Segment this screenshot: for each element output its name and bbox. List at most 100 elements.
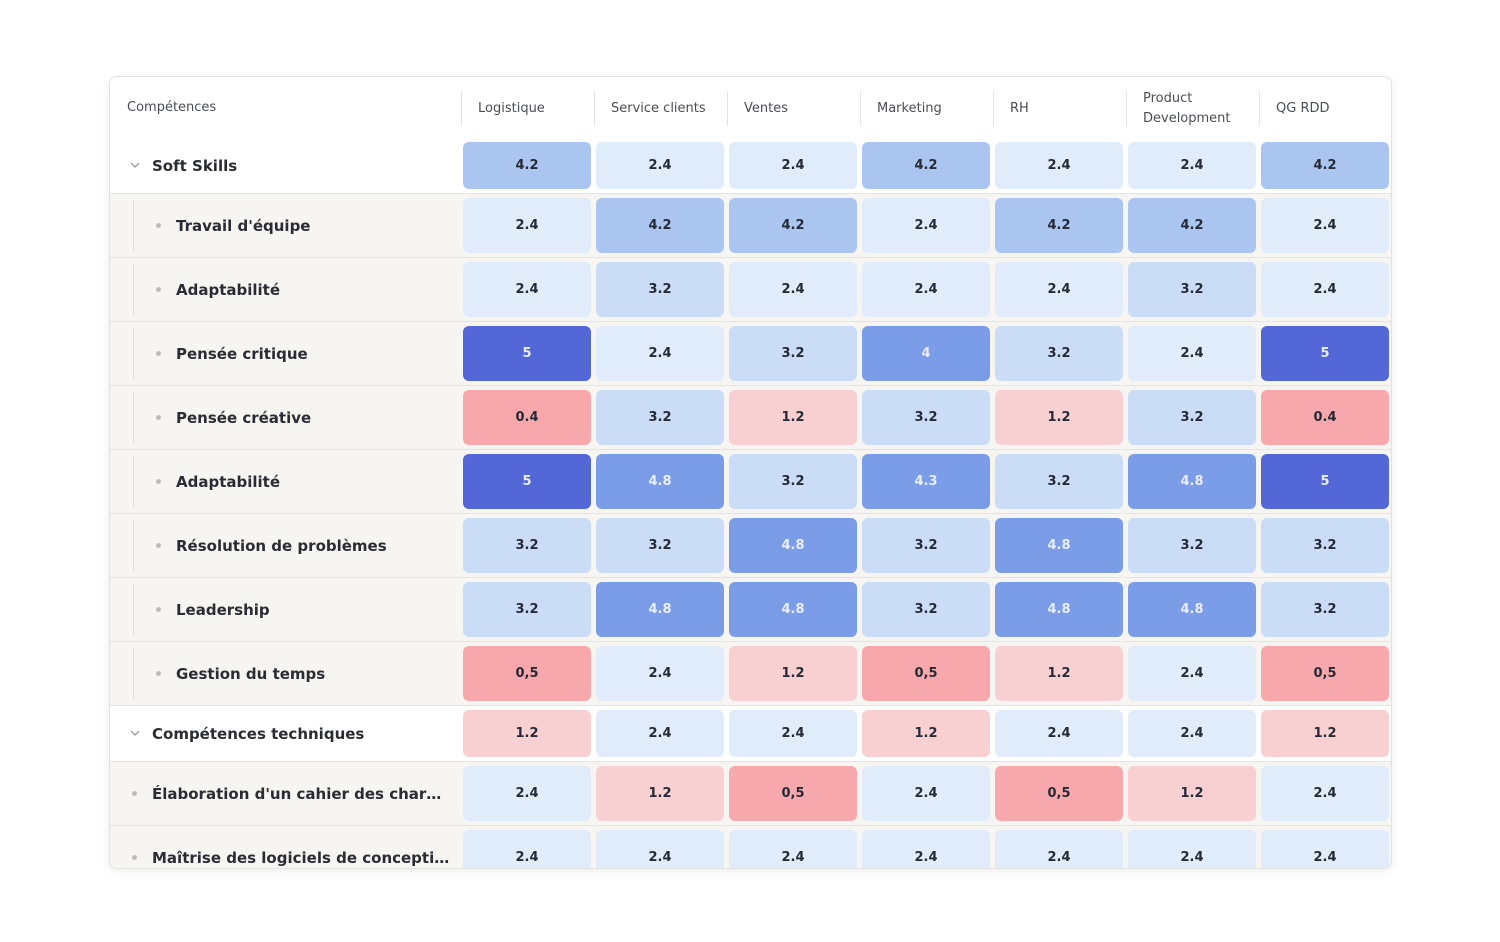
score-cell-qg-rdd[interactable]: 5 <box>1261 454 1389 509</box>
score-cell-qg-rdd[interactable]: 0.4 <box>1261 390 1389 445</box>
score-cell-rh[interactable]: 4.2 <box>995 198 1123 253</box>
score-cell-service-clients[interactable]: 2.4 <box>596 326 724 381</box>
score-cell-service-clients[interactable]: 1.2 <box>596 766 724 821</box>
score-cell-rh[interactable]: 1.2 <box>995 390 1123 445</box>
score-cell-qg-rdd[interactable]: 2.4 <box>1261 830 1389 868</box>
score-cell-ventes[interactable]: 2.4 <box>729 710 857 757</box>
score-cell-rh[interactable]: 0,5 <box>995 766 1123 821</box>
score-cell-rh[interactable]: 4.8 <box>995 518 1123 573</box>
score-cell-qg-rdd[interactable]: 3.2 <box>1261 518 1389 573</box>
group-row[interactable]: Compétences techniques 1.2 2.4 2.4 1.2 2.4 2.4… <box>110 706 1391 762</box>
score-cell-service-clients[interactable]: 2.4 <box>596 646 724 701</box>
score-cell-qg-rdd[interactable]: 0,5 <box>1261 646 1389 701</box>
score-cell-ventes[interactable]: 4.8 <box>729 518 857 573</box>
score-cell-qg-rdd[interactable]: 3.2 <box>1261 582 1389 637</box>
score-cell-product-development[interactable]: 2.4 <box>1128 830 1256 868</box>
table-row[interactable]: Maîtrise des logiciels de conception g..… <box>110 826 1391 868</box>
table-row[interactable]: Adaptabilité 5 4.8 3.2 4.3 3.2 4.8 5 <box>110 450 1391 514</box>
score-cell-rh[interactable]: 3.2 <box>995 454 1123 509</box>
score-cell-marketing[interactable]: 0,5 <box>862 646 990 701</box>
score-cell-ventes[interactable]: 1.2 <box>729 646 857 701</box>
header-product-development[interactable]: Product Development <box>1126 91 1259 126</box>
header-marketing[interactable]: Marketing <box>860 91 993 126</box>
table-row[interactable]: Élaboration d'un cahier des charges c...… <box>110 762 1391 826</box>
score-cell-rh[interactable]: 4.8 <box>995 582 1123 637</box>
score-cell-marketing[interactable]: 3.2 <box>862 518 990 573</box>
score-cell-qg-rdd[interactable]: 1.2 <box>1261 710 1389 757</box>
score-cell-product-development[interactable]: 1.2 <box>1128 766 1256 821</box>
score-cell-marketing[interactable]: 4 <box>862 326 990 381</box>
score-cell-marketing[interactable]: 1.2 <box>862 710 990 757</box>
score-cell-service-clients[interactable]: 3.2 <box>596 518 724 573</box>
score-cell-ventes[interactable]: 3.2 <box>729 326 857 381</box>
header-qg-rdd[interactable]: QG RDD <box>1259 91 1391 126</box>
score-cell-qg-rdd[interactable]: 4.2 <box>1261 142 1389 189</box>
score-cell-logistique[interactable]: 5 <box>463 454 591 509</box>
score-cell-service-clients[interactable]: 3.2 <box>596 390 724 445</box>
score-cell-ventes[interactable]: 2.4 <box>729 142 857 189</box>
group-row[interactable]: Soft Skills 4.2 2.4 2.4 4.2 2.4 2.4 4.2 <box>110 138 1391 194</box>
score-cell-product-development[interactable]: 2.4 <box>1128 646 1256 701</box>
score-cell-ventes[interactable]: 2.4 <box>729 262 857 317</box>
header-rh[interactable]: RH <box>993 91 1126 126</box>
score-cell-service-clients[interactable]: 2.4 <box>596 142 724 189</box>
score-cell-product-development[interactable]: 4.2 <box>1128 198 1256 253</box>
score-cell-qg-rdd[interactable]: 2.4 <box>1261 198 1389 253</box>
chevron-down-icon[interactable] <box>128 726 142 740</box>
score-cell-product-development[interactable]: 3.2 <box>1128 390 1256 445</box>
table-row[interactable]: Leadership 3.2 4.8 4.8 3.2 4.8 4.8 3.2 <box>110 578 1391 642</box>
score-cell-rh[interactable]: 2.4 <box>995 142 1123 189</box>
score-cell-product-development[interactable]: 3.2 <box>1128 262 1256 317</box>
score-cell-logistique[interactable]: 2.4 <box>463 198 591 253</box>
score-cell-rh[interactable]: 1.2 <box>995 646 1123 701</box>
score-cell-rh[interactable]: 3.2 <box>995 326 1123 381</box>
score-cell-logistique[interactable]: 3.2 <box>463 518 591 573</box>
score-cell-rh[interactable]: 2.4 <box>995 830 1123 868</box>
header-service-clients[interactable]: Service clients <box>594 91 727 126</box>
score-cell-ventes[interactable]: 3.2 <box>729 454 857 509</box>
score-cell-service-clients[interactable]: 2.4 <box>596 710 724 757</box>
score-cell-product-development[interactable]: 2.4 <box>1128 710 1256 757</box>
table-row[interactable]: Pensée créative 0.4 3.2 1.2 3.2 1.2 3.2 0.4 <box>110 386 1391 450</box>
score-cell-ventes[interactable]: 4.2 <box>729 198 857 253</box>
score-cell-product-development[interactable]: 2.4 <box>1128 326 1256 381</box>
score-cell-ventes[interactable]: 1.2 <box>729 390 857 445</box>
score-cell-logistique[interactable]: 0.4 <box>463 390 591 445</box>
score-cell-logistique[interactable]: 4.2 <box>463 142 591 189</box>
score-cell-ventes[interactable]: 4.8 <box>729 582 857 637</box>
score-cell-logistique[interactable]: 5 <box>463 326 591 381</box>
chevron-down-icon[interactable] <box>128 158 142 172</box>
score-cell-logistique[interactable]: 2.4 <box>463 766 591 821</box>
table-row[interactable]: Résolution de problèmes 3.2 3.2 4.8 3.2 4.8 3.… <box>110 514 1391 578</box>
score-cell-logistique[interactable]: 3.2 <box>463 582 591 637</box>
score-cell-marketing[interactable]: 2.4 <box>862 830 990 868</box>
score-cell-product-development[interactable]: 3.2 <box>1128 518 1256 573</box>
score-cell-service-clients[interactable]: 4.8 <box>596 454 724 509</box>
header-logistique[interactable]: Logistique <box>461 91 594 126</box>
header-ventes[interactable]: Ventes <box>727 91 860 126</box>
score-cell-product-development[interactable]: 2.4 <box>1128 142 1256 189</box>
score-cell-service-clients[interactable]: 3.2 <box>596 262 724 317</box>
table-row[interactable]: Travail d'équipe 2.4 4.2 4.2 2.4 4.2 4.2 2.4 <box>110 194 1391 258</box>
score-cell-marketing[interactable]: 2.4 <box>862 198 990 253</box>
score-cell-product-development[interactable]: 4.8 <box>1128 582 1256 637</box>
score-cell-logistique[interactable]: 0,5 <box>463 646 591 701</box>
score-cell-marketing[interactable]: 2.4 <box>862 766 990 821</box>
score-cell-qg-rdd[interactable]: 2.4 <box>1261 766 1389 821</box>
score-cell-logistique[interactable]: 2.4 <box>463 262 591 317</box>
score-cell-logistique[interactable]: 1.2 <box>463 710 591 757</box>
score-cell-marketing[interactable]: 3.2 <box>862 582 990 637</box>
table-row[interactable]: Adaptabilité 2.4 3.2 2.4 2.4 2.4 3.2 2.4 <box>110 258 1391 322</box>
score-cell-rh[interactable]: 2.4 <box>995 262 1123 317</box>
score-cell-marketing[interactable]: 4.3 <box>862 454 990 509</box>
score-cell-service-clients[interactable]: 4.8 <box>596 582 724 637</box>
score-cell-product-development[interactable]: 4.8 <box>1128 454 1256 509</box>
header-competences[interactable]: Compétences <box>127 77 447 138</box>
score-cell-rh[interactable]: 2.4 <box>995 710 1123 757</box>
table-row[interactable]: Gestion du temps 0,5 2.4 1.2 0,5 1.2 2.4 0,5 <box>110 642 1391 706</box>
score-cell-marketing[interactable]: 4.2 <box>862 142 990 189</box>
score-cell-qg-rdd[interactable]: 2.4 <box>1261 262 1389 317</box>
score-cell-service-clients[interactable]: 4.2 <box>596 198 724 253</box>
score-cell-marketing[interactable]: 3.2 <box>862 390 990 445</box>
table-row[interactable]: Pensée critique 5 2.4 3.2 4 3.2 2.4 5 <box>110 322 1391 386</box>
